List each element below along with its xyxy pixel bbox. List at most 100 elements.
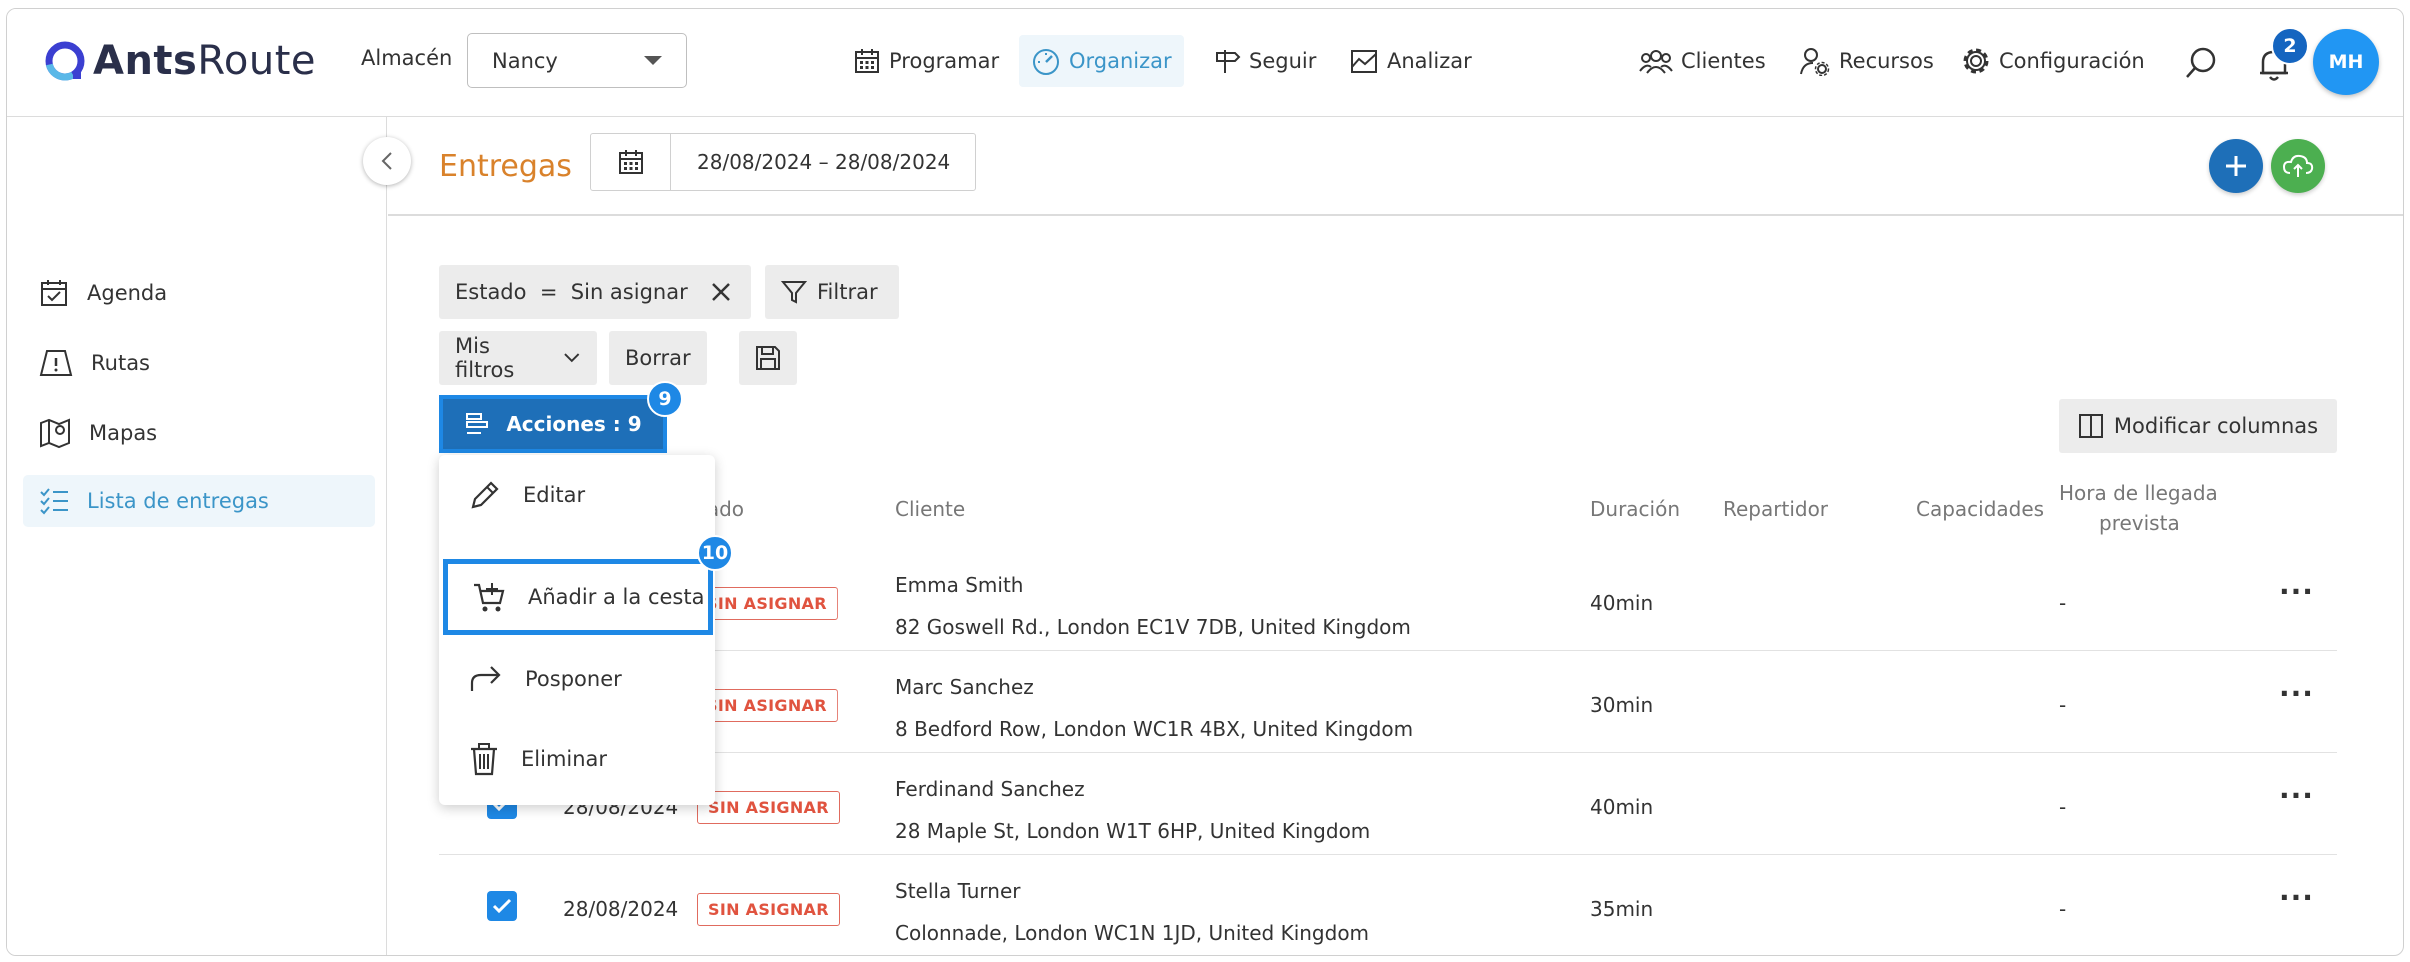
nav-recursos[interactable]: Recursos bbox=[1787, 35, 1946, 87]
nav-clientes[interactable]: Clientes bbox=[1627, 35, 1778, 87]
duration: 40min bbox=[1590, 591, 1654, 615]
collapse-sidebar-button[interactable] bbox=[363, 137, 411, 185]
client-address: 82 Goswell Rd., London EC1V 7DB, United … bbox=[895, 615, 1411, 639]
cloud-upload-icon bbox=[2282, 154, 2314, 177]
eta: - bbox=[2059, 897, 2067, 921]
chart-icon bbox=[1351, 50, 1377, 73]
close-icon[interactable] bbox=[710, 281, 732, 303]
step-badge: 10 bbox=[697, 535, 733, 571]
nav-recursos-label: Recursos bbox=[1839, 49, 1934, 73]
duration: 30min bbox=[1590, 693, 1654, 717]
acciones-menu: Editar Añadir a la cesta Posponer Elimin… bbox=[439, 455, 715, 805]
header-capacidades[interactable]: Capacidades bbox=[1916, 497, 2044, 521]
header-duracion[interactable]: Duración bbox=[1590, 497, 1680, 521]
table-row[interactable]: 28/08/2024 SIN ASIGNAR Stella Turner Col… bbox=[439, 855, 2337, 955]
mis-filtros-dropdown[interactable]: Mis filtros bbox=[439, 331, 597, 385]
menu-item-eliminar[interactable]: Eliminar bbox=[439, 719, 715, 799]
avatar[interactable]: MH bbox=[2313, 29, 2379, 95]
nav-configuracion-label: Configuración bbox=[1999, 49, 2145, 73]
status-badge: SIN ASIGNAR bbox=[697, 893, 840, 926]
status-badge: SIN ASIGNAR bbox=[697, 791, 840, 824]
table-row[interactable]: SIN ASIGNAR Marc Sanchez 8 Bedford Row, … bbox=[439, 651, 2337, 753]
menu-item-anadir-a-la-cesta[interactable]: Añadir a la cesta bbox=[443, 559, 713, 635]
estado-filter-chip[interactable]: Estado = Sin asignar bbox=[439, 265, 751, 319]
client-name: Marc Sanchez bbox=[895, 675, 1034, 699]
status-badge: SIN ASIGNAR bbox=[714, 587, 838, 620]
client-address: 8 Bedford Row, London WC1R 4BX, United K… bbox=[895, 717, 1414, 741]
gear-icon bbox=[1963, 48, 1989, 74]
header-repartidor[interactable]: Repartidor bbox=[1723, 497, 1828, 521]
trash-icon bbox=[471, 743, 497, 776]
calendar-icon bbox=[855, 49, 879, 73]
save-icon bbox=[756, 346, 780, 370]
header-hora-llegada[interactable]: Hora de llegada bbox=[2059, 481, 2218, 505]
sidebar: Agenda Rutas Mapas Lista de entregas bbox=[7, 117, 387, 955]
header-divider bbox=[388, 214, 2403, 216]
plus-icon bbox=[2226, 156, 2246, 176]
route-warning-icon bbox=[39, 350, 73, 376]
nav-configuracion[interactable]: Configuración bbox=[1949, 35, 2157, 87]
sidebar-item-rutas[interactable]: Rutas bbox=[23, 337, 375, 389]
more-options-icon[interactable]: ··· bbox=[2279, 575, 2314, 608]
save-filter-button[interactable] bbox=[739, 331, 797, 385]
menu-item-label: Editar bbox=[523, 483, 586, 507]
nav-analizar[interactable]: Analizar bbox=[1337, 35, 1484, 87]
table-header: tado Cliente Duración Repartidor Capacid… bbox=[439, 477, 2337, 543]
header-hora-llegada-2: prevista bbox=[2099, 511, 2180, 535]
duration: 35min bbox=[1590, 897, 1654, 921]
menu-item-editar[interactable]: Editar bbox=[439, 455, 715, 535]
sidebar-item-label: Mapas bbox=[89, 421, 158, 445]
more-options-icon[interactable]: ··· bbox=[2279, 881, 2314, 914]
menu-item-label: Eliminar bbox=[521, 747, 608, 771]
mis-filtros-label: Mis filtros bbox=[455, 334, 515, 382]
upload-button[interactable] bbox=[2271, 139, 2325, 193]
map-icon bbox=[40, 418, 70, 449]
notification-count-badge: 2 bbox=[2271, 27, 2309, 65]
nav-programar[interactable]: Programar bbox=[841, 35, 1011, 87]
sidebar-item-agenda[interactable]: Agenda bbox=[23, 267, 375, 319]
calendar-button[interactable] bbox=[591, 134, 671, 190]
filter-icon bbox=[781, 281, 807, 304]
filtrar-button[interactable]: Filtrar bbox=[765, 265, 899, 319]
nav-analizar-label: Analizar bbox=[1387, 49, 1472, 73]
modificar-columnas-label: Modificar columnas bbox=[2113, 414, 2319, 438]
sidebar-item-mapas[interactable]: Mapas bbox=[23, 407, 375, 459]
user-settings-icon bbox=[1800, 48, 1830, 76]
acciones-button[interactable]: Acciones : 9 bbox=[439, 395, 667, 453]
nav-programar-label: Programar bbox=[889, 49, 1000, 73]
entregas-table: SIN ASIGNAR Emma Smith 82 Goswell Rd., L… bbox=[439, 549, 2337, 955]
acciones-label: Acciones : 9 bbox=[506, 412, 642, 436]
eta: - bbox=[2059, 591, 2067, 615]
table-row[interactable]: 28/08/2024 SIN ASIGNAR Ferdinand Sanchez… bbox=[439, 753, 2337, 855]
date-range-picker[interactable]: 28/08/2024 – 28/08/2024 bbox=[590, 133, 976, 191]
more-options-icon[interactable]: ··· bbox=[2279, 779, 2314, 812]
menu-item-posponer[interactable]: Posponer bbox=[439, 639, 715, 719]
calendar-icon bbox=[618, 150, 643, 174]
pencil-icon bbox=[471, 481, 499, 509]
search-icon[interactable] bbox=[2183, 45, 2219, 81]
header-cliente[interactable]: Cliente bbox=[895, 497, 965, 521]
sidebar-item-lista-de-entregas[interactable]: Lista de entregas bbox=[23, 475, 375, 527]
borrar-button[interactable]: Borrar bbox=[609, 331, 707, 385]
add-button[interactable] bbox=[2209, 139, 2263, 193]
actions-list-icon bbox=[466, 413, 489, 434]
speedometer-icon bbox=[1033, 49, 1059, 75]
almacen-select[interactable]: Nancy bbox=[467, 33, 687, 88]
modificar-columnas-button[interactable]: Modificar columnas bbox=[2059, 399, 2337, 453]
client-address: Colonnade, London WC1N 1JD, United Kingd… bbox=[895, 921, 1370, 945]
nav-clientes-label: Clientes bbox=[1681, 49, 1766, 73]
estado-filter-text: Estado = Sin asignar bbox=[455, 280, 688, 304]
row-checkbox[interactable] bbox=[487, 891, 517, 921]
delivery-date: 28/08/2024 bbox=[563, 897, 679, 921]
check-icon bbox=[492, 898, 512, 914]
nav-organizar[interactable]: Organizar bbox=[1019, 35, 1184, 87]
nav-seguir[interactable]: Seguir bbox=[1201, 35, 1328, 87]
signpost-icon bbox=[1216, 50, 1241, 73]
logo[interactable]: AntsRoute bbox=[43, 34, 316, 88]
more-options-icon[interactable]: ··· bbox=[2279, 677, 2314, 710]
app-window: AntsRoute Almacén Nancy Programar Organi… bbox=[6, 8, 2404, 956]
calendar-check-icon bbox=[41, 280, 67, 306]
caret-down-icon bbox=[644, 56, 662, 65]
client-address: 28 Maple St, London W1T 6HP, United King… bbox=[895, 819, 1371, 843]
cart-add-icon bbox=[474, 583, 505, 612]
